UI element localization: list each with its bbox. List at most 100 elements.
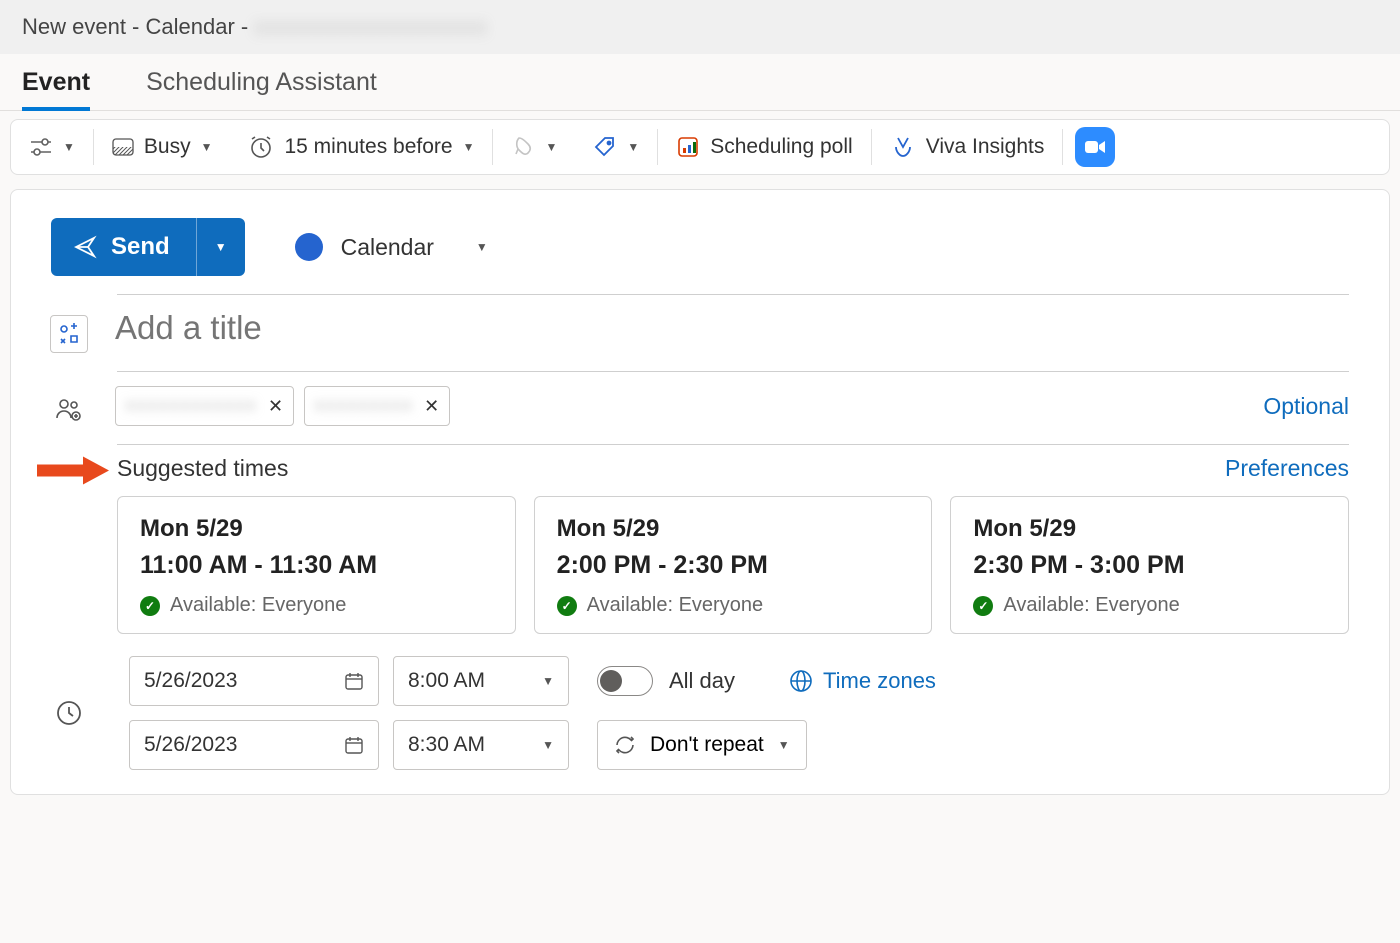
availability-text: Available: Everyone [587, 594, 763, 617]
reminder-label: 15 minutes before [284, 135, 452, 159]
tab-bar: Event Scheduling Assistant [0, 54, 1400, 111]
send-dropdown[interactable]: ▼ [196, 218, 245, 276]
zoom-button[interactable] [1063, 120, 1127, 174]
availability: ✓ Available: Everyone [973, 594, 1326, 617]
tag-icon [593, 135, 617, 159]
attendees-row: xxxxxxxxxxxx ✕ xxxxxxxxx ✕ Optional [11, 376, 1389, 436]
busy-icon [112, 138, 134, 156]
poll-icon [676, 135, 700, 159]
chevron-down-icon: ▼ [542, 738, 554, 752]
window-title: New event - Calendar - [22, 14, 248, 39]
end-date-input[interactable]: 5/26/2023 [129, 720, 379, 770]
show-as-button[interactable]: Busy ▼ [94, 120, 231, 174]
preferences-link[interactable]: Preferences [1225, 455, 1349, 482]
availability: ✓ Available: Everyone [140, 594, 493, 617]
reminder-button[interactable]: 15 minutes before ▼ [230, 120, 492, 174]
check-circle-icon: ✓ [557, 596, 577, 616]
suggested-times-list: Mon 5/29 11:00 AM - 11:30 AM ✓ Available… [11, 496, 1389, 652]
suggested-date: Mon 5/29 [557, 515, 910, 543]
repeat-select[interactable]: Don't repeat ▼ [597, 720, 807, 770]
clock-icon [55, 699, 83, 727]
end-time-input[interactable]: 8:30 AM ▼ [393, 720, 569, 770]
title-row [11, 299, 1389, 363]
datetime-row: 5/26/2023 8:00 AM ▼ All day [11, 652, 1389, 774]
suggested-time-card[interactable]: Mon 5/29 2:30 PM - 3:00 PM ✓ Available: … [950, 496, 1349, 634]
suggested-times-header: Suggested times Preferences [11, 449, 1389, 496]
end-date-value: 5/26/2023 [144, 733, 237, 757]
start-time-input[interactable]: 8:00 AM ▼ [393, 656, 569, 706]
chevron-down-icon: ▼ [627, 140, 639, 154]
event-form: Send ▼ Calendar ▼ [10, 189, 1390, 795]
viva-insights-button[interactable]: Viva Insights [872, 120, 1063, 174]
send-button[interactable]: Send ▼ [51, 218, 245, 276]
availability-text: Available: Everyone [170, 594, 346, 617]
paint-icon [511, 135, 535, 159]
calendar-color-dot [295, 233, 323, 261]
all-day-label: All day [669, 668, 735, 694]
end-time-value: 8:30 AM [408, 733, 485, 757]
suggested-time-range: 2:00 PM - 2:30 PM [557, 551, 910, 580]
start-date-input[interactable]: 5/26/2023 [129, 656, 379, 706]
divider [117, 294, 1349, 295]
redacted-text: xxxxxxxxxxxxxxxxxx [254, 14, 488, 40]
send-label: Send [111, 233, 170, 261]
suggested-time-range: 2:30 PM - 3:00 PM [973, 551, 1326, 580]
send-icon [73, 235, 97, 259]
check-circle-icon: ✓ [973, 596, 993, 616]
scheduling-poll-button[interactable]: Scheduling poll [658, 120, 870, 174]
show-as-label: Busy [144, 135, 191, 159]
start-time-value: 8:00 AM [408, 669, 485, 693]
sliders-icon [29, 136, 53, 158]
all-day-toggle[interactable] [597, 666, 653, 696]
annotation-arrow-icon [37, 456, 109, 489]
viva-icon [890, 134, 916, 160]
chevron-down-icon: ▼ [542, 674, 554, 688]
divider [117, 371, 1349, 372]
remove-attendee-icon[interactable]: ✕ [268, 396, 283, 417]
suggested-times-label: Suggested times [117, 455, 288, 482]
zoom-icon [1075, 127, 1115, 167]
tab-event[interactable]: Event [22, 68, 90, 111]
remove-attendee-icon[interactable]: ✕ [424, 396, 439, 417]
check-circle-icon: ✓ [140, 596, 160, 616]
calendar-name: Calendar [341, 234, 434, 261]
chevron-down-icon: ▼ [778, 738, 790, 752]
globe-icon [789, 669, 813, 693]
viva-label: Viva Insights [926, 135, 1045, 159]
chevron-down-icon: ▼ [545, 140, 557, 154]
calendar-icon [344, 671, 364, 691]
tab-scheduling-assistant[interactable]: Scheduling Assistant [146, 68, 377, 110]
calendar-icon [344, 735, 364, 755]
suggested-date: Mon 5/29 [973, 515, 1326, 543]
send-row: Send ▼ Calendar ▼ [11, 190, 1389, 294]
availability: ✓ Available: Everyone [557, 594, 910, 617]
suggested-time-card[interactable]: Mon 5/29 2:00 PM - 2:30 PM ✓ Available: … [534, 496, 933, 634]
repeat-icon [614, 734, 636, 756]
scheduling-poll-label: Scheduling poll [710, 135, 852, 159]
start-date-value: 5/26/2023 [144, 669, 237, 693]
window-titlebar: New event - Calendar - xxxxxxxxxxxxxxxxx… [0, 0, 1400, 54]
repeat-value: Don't repeat [650, 733, 764, 757]
chevron-down-icon: ▼ [476, 240, 488, 254]
emoji-picker-button[interactable] [50, 315, 88, 353]
chevron-down-icon: ▼ [215, 240, 227, 254]
availability-text: Available: Everyone [1003, 594, 1179, 617]
title-input[interactable] [115, 309, 1349, 347]
suggested-time-card[interactable]: Mon 5/29 11:00 AM - 11:30 AM ✓ Available… [117, 496, 516, 634]
categorize-button[interactable]: ▼ [575, 120, 657, 174]
time-zones-link[interactable]: Time zones [789, 668, 936, 694]
attendee-chip[interactable]: xxxxxxxxx ✕ [304, 386, 450, 426]
attendee-chip[interactable]: xxxxxxxxxxxx ✕ [115, 386, 294, 426]
calendar-picker[interactable]: Calendar ▼ [295, 233, 488, 261]
divider [117, 444, 1349, 445]
time-zones-label: Time zones [823, 668, 936, 694]
chevron-down-icon: ▼ [63, 140, 75, 154]
chevron-down-icon: ▼ [463, 140, 475, 154]
response-options-button[interactable]: ▼ [11, 120, 93, 174]
toolbar: ▼ Busy ▼ 15 minutes before ▼ ▼ ▼ [10, 119, 1390, 175]
alarm-clock-icon [248, 134, 274, 160]
format-button[interactable]: ▼ [493, 120, 575, 174]
people-icon [55, 397, 83, 421]
optional-attendees-link[interactable]: Optional [1263, 393, 1349, 420]
suggested-time-range: 11:00 AM - 11:30 AM [140, 551, 493, 580]
